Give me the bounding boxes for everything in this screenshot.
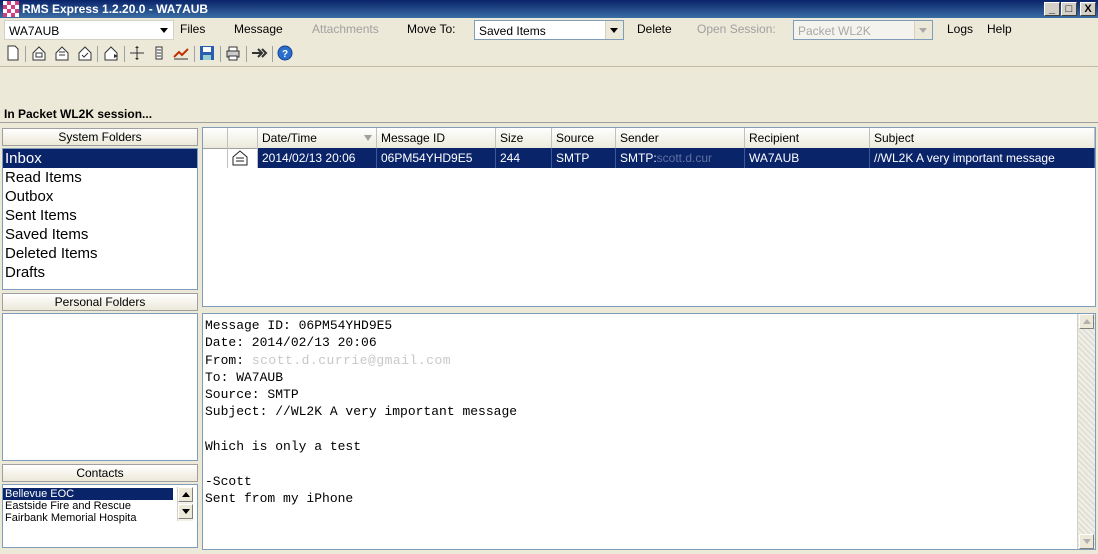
folder-inbox[interactable]: Inbox [3, 149, 197, 168]
folder-drafts[interactable]: Drafts [3, 263, 197, 282]
scroll-up-icon[interactable] [1079, 314, 1094, 329]
toolbar: ? [0, 42, 1098, 67]
preview-scrollbar[interactable] [1077, 314, 1095, 549]
contact-item[interactable]: Fairbank Memorial Hospita [3, 512, 173, 524]
folder-read-items[interactable]: Read Items [3, 168, 197, 187]
from-redacted: scott.d.currie@gmail.com [251, 352, 452, 368]
preview-from: From: scott.d.currie@gmail.com [205, 352, 452, 368]
contacts-list: Bellevue EOC Eastside Fire and Rescue Fa… [2, 484, 198, 548]
table-row[interactable]: 2014/02/13 20:06 06PM54YHD9E5 244 SMTP S… [203, 148, 1095, 168]
menu-attachments[interactable]: Attachments [312, 22, 379, 36]
archive-icon[interactable] [150, 44, 168, 62]
maximize-button[interactable]: □ [1061, 2, 1077, 16]
menu-message[interactable]: Message [234, 22, 283, 36]
session-value: Packet WL2K [798, 24, 871, 38]
cell-subject: //WL2K A very important message [870, 148, 1095, 168]
menu-files[interactable]: Files [180, 22, 205, 36]
open-session-label: Open Session: [697, 22, 776, 36]
menu-logs[interactable]: Logs [947, 22, 973, 36]
scroll-up-icon[interactable] [178, 487, 193, 502]
preview-date: Date: 2014/02/13 20:06 [205, 335, 377, 351]
preview-source: Source: SMTP [205, 387, 299, 403]
move-to-value: Saved Items [479, 24, 546, 38]
sender-redacted: scott.d.cur [656, 151, 713, 165]
cell-sender: SMTP:scott.d.cur [616, 148, 745, 168]
cell-source: SMTP [552, 148, 616, 168]
session-select[interactable]: Packet WL2K [793, 20, 933, 40]
preview-blank [203, 455, 1095, 472]
preview-signature: -Scott [205, 473, 252, 489]
grid-header-icon[interactable] [228, 128, 258, 148]
cell-message-id: 06PM54YHD9E5 [377, 148, 496, 168]
chevron-down-icon[interactable] [914, 21, 932, 39]
folder-saved-items[interactable]: Saved Items [3, 225, 197, 244]
grid-header-select[interactable] [203, 128, 228, 148]
col-subject[interactable]: Subject [870, 128, 1095, 148]
svg-text:?: ? [282, 49, 288, 60]
minimize-button[interactable]: _ [1044, 2, 1060, 16]
sort-down-icon [364, 135, 372, 141]
system-folders-list: Inbox Read Items Outbox Sent Items Saved… [2, 148, 198, 290]
folder-deleted-items[interactable]: Deleted Items [3, 244, 197, 263]
preview-subject: Subject: //WL2K A very important message [205, 404, 518, 420]
message-preview[interactable]: Message ID: 06PM54YHD9E5 Date: 2014/02/1… [202, 313, 1096, 550]
contacts-header[interactable]: Contacts [2, 464, 198, 482]
read-message-icon [232, 150, 248, 166]
preview-blank [203, 421, 1095, 438]
col-size[interactable]: Size [496, 128, 552, 148]
menu-delete[interactable]: Delete [637, 22, 672, 36]
cell-datetime: 2014/02/13 20:06 [258, 148, 377, 168]
read-icon[interactable] [53, 44, 71, 62]
new-message-icon[interactable] [4, 44, 22, 62]
chevron-down-icon[interactable] [156, 21, 173, 39]
personal-folders-header[interactable]: Personal Folders [2, 293, 198, 311]
preview-body: Which is only a test [205, 439, 362, 455]
callsign-value: WA7AUB [9, 24, 60, 38]
scroll-down-icon[interactable] [1079, 534, 1094, 549]
personal-folders-list [2, 313, 198, 461]
preview-footer: Sent from my iPhone [205, 490, 354, 506]
mark-icon[interactable] [76, 44, 94, 62]
preview-to: To: WA7AUB [205, 369, 284, 385]
menu-help[interactable]: Help [987, 22, 1012, 36]
menu-bar: WA7AUB Files Message Attachments Move To… [0, 18, 1098, 42]
contact-item[interactable]: Eastside Fire and Rescue [3, 500, 173, 512]
callsign-select[interactable]: WA7AUB [4, 20, 174, 40]
preview-message-id: Message ID: 06PM54YHD9E5 [205, 318, 393, 333]
window-title: RMS Express 1.2.20.0 - WA7AUB [22, 2, 209, 16]
row-select-cell[interactable] [203, 148, 228, 168]
chevron-down-icon[interactable] [605, 21, 623, 39]
print-icon[interactable] [224, 44, 242, 62]
col-recipient[interactable]: Recipient [745, 128, 870, 148]
scroll-down-icon[interactable] [178, 504, 193, 519]
system-folders-header[interactable]: System Folders [2, 128, 198, 146]
title-bar: RMS Express 1.2.20.0 - WA7AUB _ □ X [0, 0, 1098, 18]
session-icon[interactable] [250, 44, 268, 62]
col-message-id[interactable]: Message ID [377, 128, 496, 148]
col-datetime[interactable]: Date/Time [258, 128, 377, 148]
grid-header: Date/Time Message ID Size Source Sender … [203, 128, 1095, 149]
row-icon-cell [228, 148, 258, 168]
help-icon[interactable]: ? [276, 44, 294, 62]
col-source[interactable]: Source [552, 128, 616, 148]
save-icon[interactable] [198, 44, 216, 62]
cell-size: 244 [496, 148, 552, 168]
move-icon[interactable] [128, 44, 146, 62]
col-sender[interactable]: Sender [616, 128, 745, 148]
menu-move-to: Move To: [407, 22, 456, 36]
app-logo-icon [3, 1, 19, 17]
message-grid: Date/Time Message ID Size Source Sender … [202, 127, 1096, 307]
contacts-scrollbar[interactable] [177, 487, 193, 521]
move-to-select[interactable]: Saved Items [474, 20, 624, 40]
print-preview-icon[interactable] [102, 44, 120, 62]
close-button[interactable]: X [1080, 2, 1096, 16]
cell-recipient: WA7AUB [745, 148, 870, 168]
contact-item[interactable]: Bellevue EOC [3, 488, 173, 500]
folder-outbox[interactable]: Outbox [3, 187, 197, 206]
session-status: In Packet WL2K session... [0, 105, 1098, 123]
forward-icon[interactable] [172, 44, 190, 62]
folder-sent-items[interactable]: Sent Items [3, 206, 197, 225]
post-outbox-icon[interactable] [30, 44, 48, 62]
